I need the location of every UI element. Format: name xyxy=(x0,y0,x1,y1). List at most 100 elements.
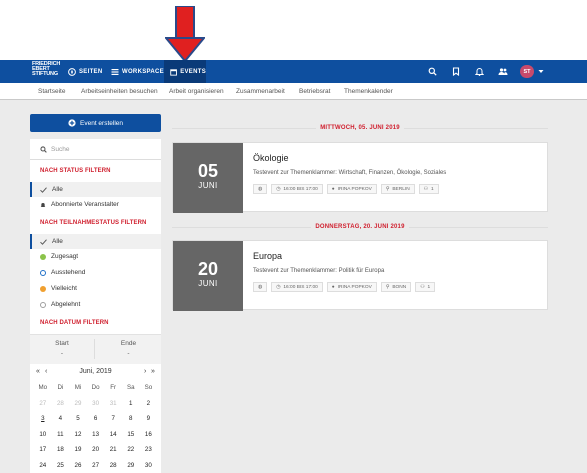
secondary-navigation: Startseite Arbeitseinheiten besuchen Arb… xyxy=(0,83,587,100)
weekday-label: Di xyxy=(57,384,64,391)
calendar-day[interactable]: 17 xyxy=(34,442,52,458)
calendar-day[interactable]: 26 xyxy=(69,458,87,473)
calendar-day[interactable]: 16 xyxy=(140,427,158,443)
calendar-day[interactable]: 18 xyxy=(52,442,70,458)
event-title[interactable]: Europa xyxy=(253,251,282,261)
calendar-day[interactable]: 1 xyxy=(122,396,140,412)
calendar-day[interactable]: 31 xyxy=(104,396,122,412)
calendar-day[interactable]: 15 xyxy=(122,427,140,443)
user-avatar[interactable]: ST xyxy=(520,65,534,78)
location-pin-icon: ⚲ xyxy=(385,284,390,290)
date-range: Start - Ende - xyxy=(30,334,161,364)
globe-icon: ◍ xyxy=(258,284,263,290)
calendar-day[interactable]: 13 xyxy=(87,427,105,443)
subnav-themenkalender[interactable]: Themenkalender xyxy=(344,88,393,95)
calendar-day[interactable]: 29 xyxy=(122,458,140,473)
participants-chip: ⚇ 1 xyxy=(418,184,439,194)
calendar-day[interactable]: 20 xyxy=(87,442,105,458)
next-month-button[interactable]: › xyxy=(144,368,146,375)
calendar-header: « ‹ Juni, 2019 › » xyxy=(30,368,161,380)
calendar-day[interactable]: 27 xyxy=(34,396,52,412)
calendar-day[interactable]: 6 xyxy=(87,411,105,427)
weekday-label: Mi xyxy=(74,384,82,391)
calendar-day[interactable]: 11 xyxy=(52,427,70,443)
date-header-2: DONNERSTAG, 20. JUNI 2019 xyxy=(172,224,548,230)
search-input[interactable]: Suche xyxy=(30,139,161,160)
user-icon: ● xyxy=(331,284,335,290)
calendar-day[interactable]: 24 xyxy=(34,458,52,473)
bell-icon[interactable] xyxy=(474,66,485,77)
nav-seiten[interactable]: SEITEN xyxy=(68,60,102,83)
calendar-day[interactable]: 9 xyxy=(140,411,158,427)
calendar-day[interactable]: 29 xyxy=(69,396,87,412)
participation-option-abgelehnt[interactable]: Abgelehnt xyxy=(30,297,161,312)
participation-option-alle[interactable]: Alle xyxy=(30,234,161,249)
event-date-box: 20 JUNI xyxy=(173,241,243,311)
calendar-day[interactable]: 8 xyxy=(122,411,140,427)
subnav-arbeit-organisieren[interactable]: Arbeit organisieren xyxy=(169,88,224,95)
fes-logo[interactable]: FRIEDRICH EBERT STIFTUNG xyxy=(32,61,62,78)
filter-panel: Suche NACH STATUS FILTERN Alle Abonniert… xyxy=(30,139,161,473)
event-title[interactable]: Ökologie xyxy=(253,153,289,163)
subnav-betriebsrat[interactable]: Betriebsrat xyxy=(299,88,330,95)
time-chip: ◷ 16:00 BIS 17:00 xyxy=(271,282,323,292)
calendar-day[interactable]: 12 xyxy=(69,427,87,443)
event-card[interactable]: 20 JUNI Europa Testevent zur Themenklamm… xyxy=(172,240,548,311)
weekday-label: So xyxy=(144,384,153,391)
calendar-day[interactable]: 10 xyxy=(34,427,52,443)
create-event-button[interactable]: Event erstellen xyxy=(30,114,161,132)
cancel-circle-icon xyxy=(40,301,46,308)
calendar-day[interactable]: 19 xyxy=(69,442,87,458)
calendar-day[interactable]: 14 xyxy=(104,427,122,443)
calendar-day[interactable]: 4 xyxy=(52,411,70,427)
nav-events[interactable]: EVENTS xyxy=(164,60,206,83)
calendar-day[interactable]: 3 xyxy=(34,411,52,427)
start-date-field[interactable]: Start - xyxy=(30,339,95,359)
status-option-alle[interactable]: Alle xyxy=(30,182,161,197)
calendar-day[interactable]: 7 xyxy=(104,411,122,427)
search-icon[interactable] xyxy=(427,66,438,77)
check-icon xyxy=(40,186,47,193)
subnav-startseite[interactable]: Startseite xyxy=(38,88,65,95)
calendar-day[interactable]: 21 xyxy=(104,442,122,458)
location-chip: ⚲ BERLIN xyxy=(380,184,415,194)
participation-option-ausstehend[interactable]: Ausstehend xyxy=(30,265,161,280)
participation-filter-heading: NACH TEILNAHMESTATUS FILTERN xyxy=(40,220,147,226)
next-year-button[interactable]: » xyxy=(151,368,155,375)
participation-option-vielleicht[interactable]: Vielleicht xyxy=(30,281,161,296)
calendar-day[interactable]: 28 xyxy=(104,458,122,473)
globe-chip: ◍ xyxy=(253,184,268,194)
participants-chip: ⚇ 1 xyxy=(415,282,436,292)
check-icon xyxy=(40,238,47,245)
calendar-day[interactable]: 2 xyxy=(140,396,158,412)
participation-option-zugesagt[interactable]: Zugesagt xyxy=(30,249,161,264)
bookmark-icon[interactable] xyxy=(450,66,461,77)
bell-icon xyxy=(40,202,46,207)
end-date-field[interactable]: Ende - xyxy=(96,339,161,359)
user-icon: ● xyxy=(331,186,335,192)
status-option-abonnierte[interactable]: Abonnierte Veranstalter xyxy=(30,197,161,212)
people-icon[interactable] xyxy=(497,66,508,77)
calendar-day[interactable]: 25 xyxy=(52,458,70,473)
calendar-day[interactable]: 30 xyxy=(87,396,105,412)
calendar-day[interactable]: 22 xyxy=(122,442,140,458)
calendar-day[interactable]: 23 xyxy=(140,442,158,458)
chevron-down-icon[interactable] xyxy=(535,66,546,77)
compass-icon xyxy=(68,67,76,76)
date-picker-calendar: « ‹ Juni, 2019 › » Mo Di Mi Do Fr Sa So 27 28 29 3… xyxy=(30,368,161,473)
clock-icon: ◷ xyxy=(276,284,281,290)
calendar-month-label: Juni, 2019 xyxy=(79,368,112,375)
subnav-zusammenarbeit[interactable]: Zusammenarbeit xyxy=(236,88,285,95)
calendar-day[interactable]: 30 xyxy=(140,458,158,473)
calendar-day[interactable]: 5 xyxy=(69,411,87,427)
check-circle-icon xyxy=(40,253,46,260)
red-down-arrow xyxy=(165,6,205,62)
calendar-day[interactable]: 27 xyxy=(87,458,105,473)
event-card[interactable]: 05 JUNI Ökologie Testevent zur Themenkla… xyxy=(172,142,548,213)
nav-workspaces[interactable]: WORKSPACES xyxy=(111,60,168,83)
search-icon xyxy=(40,145,47,153)
subnav-arbeitseinheiten[interactable]: Arbeitseinheiten besuchen xyxy=(81,88,158,95)
calendar-day[interactable]: 28 xyxy=(52,396,70,412)
event-date-box: 05 JUNI xyxy=(173,143,243,213)
time-chip: ◷ 16:00 BIS 17:00 xyxy=(271,184,323,194)
